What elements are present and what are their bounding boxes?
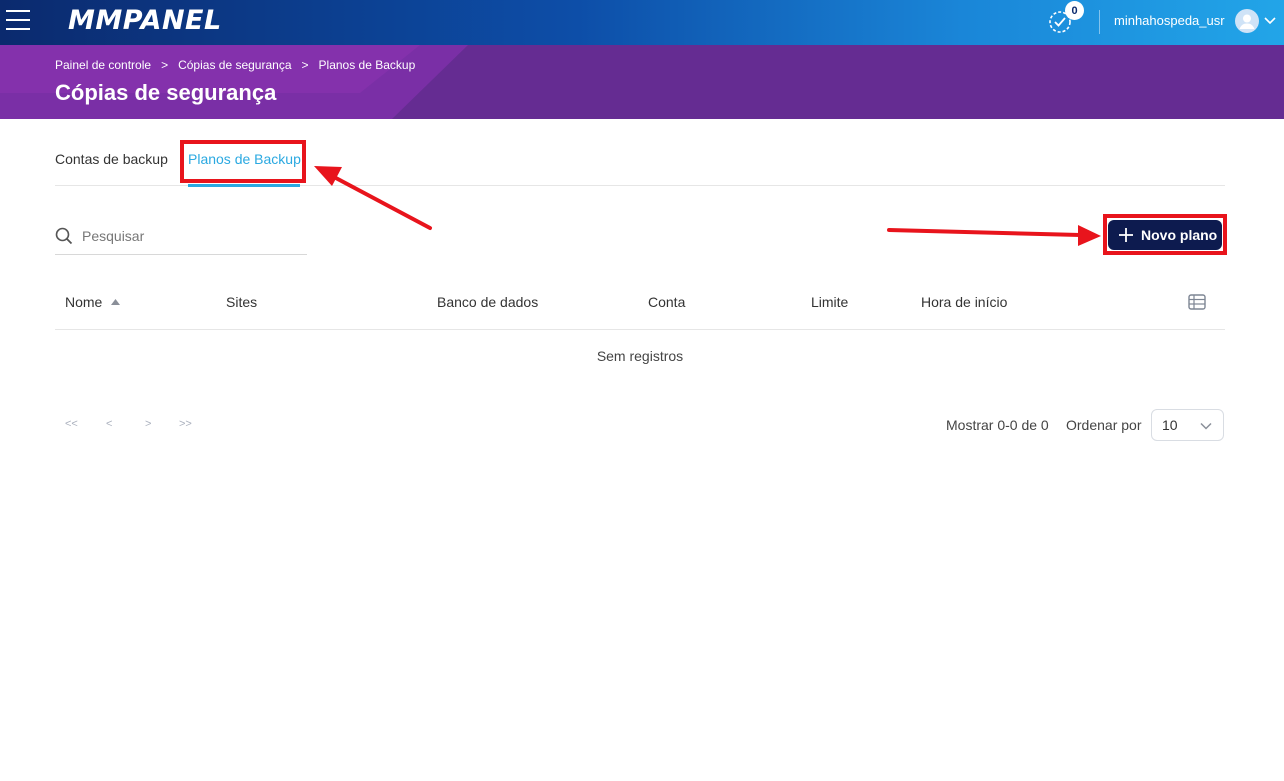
top-bar: MMPANEL 0 minhahospeda_usr — [0, 0, 1284, 45]
breadcrumb-separator: > — [161, 58, 169, 72]
column-header-name[interactable]: Nome — [65, 294, 102, 310]
next-page-button[interactable]: > — [145, 418, 151, 430]
annotation-highlight-button — [1103, 214, 1227, 255]
column-header-account[interactable]: Conta — [648, 294, 685, 310]
sort-ascending-icon[interactable] — [111, 299, 120, 305]
breadcrumb-item-backups[interactable]: Cópias de segurança — [178, 58, 291, 72]
page-size-select[interactable]: 10 — [1151, 409, 1224, 441]
column-header-start-time[interactable]: Hora de início — [921, 294, 1007, 310]
column-header-limit[interactable]: Limite — [811, 294, 848, 310]
user-icon — [1239, 14, 1255, 29]
avatar[interactable] — [1235, 9, 1259, 33]
breadcrumb: Painel de controle > Cópias de segurança… — [55, 58, 415, 72]
divider — [1099, 10, 1100, 34]
prev-page-button[interactable]: < — [106, 418, 112, 430]
chevron-down-icon[interactable] — [1263, 15, 1277, 27]
table-header: Nome Sites Banco de dados Conta Limite H… — [55, 283, 1225, 330]
empty-state-text: Sem registros — [596, 348, 684, 364]
column-header-database[interactable]: Banco de dados — [437, 294, 538, 310]
breadcrumb-item-backup-plans: Planos de Backup — [318, 58, 416, 72]
active-tab-indicator — [188, 184, 300, 187]
page-size-value: 10 — [1162, 417, 1178, 433]
table-columns-icon[interactable] — [1188, 294, 1206, 310]
annotation-highlight-tab — [180, 140, 306, 183]
page-title: Cópias de segurança — [55, 80, 277, 105]
page-size-label: Ordenar por — [1066, 417, 1142, 433]
breadcrumb-item-dashboard[interactable]: Painel de controle — [55, 58, 151, 72]
breadcrumb-separator: > — [301, 58, 309, 72]
tab-backup-accounts[interactable]: Contas de backup — [55, 151, 168, 167]
logo[interactable]: MMPANEL — [68, 5, 222, 36]
menu-icon[interactable] — [6, 10, 30, 32]
username[interactable]: minhahospeda_usr — [1114, 13, 1225, 28]
records-count: Mostrar 0-0 de 0 — [946, 417, 1049, 433]
tasks-count-badge: 0 — [1065, 1, 1084, 20]
search-box — [55, 222, 307, 255]
search-input[interactable] — [82, 224, 302, 248]
backup-plans-table: Nome Sites Banco de dados Conta Limite H… — [55, 283, 1225, 364]
search-icon — [55, 227, 73, 245]
chevron-down-icon — [1200, 422, 1212, 430]
last-page-button[interactable]: >> — [179, 418, 192, 430]
page-header: Painel de controle > Cópias de segurança… — [0, 45, 1284, 119]
column-header-sites[interactable]: Sites — [226, 294, 257, 310]
first-page-button[interactable]: << — [65, 418, 78, 430]
